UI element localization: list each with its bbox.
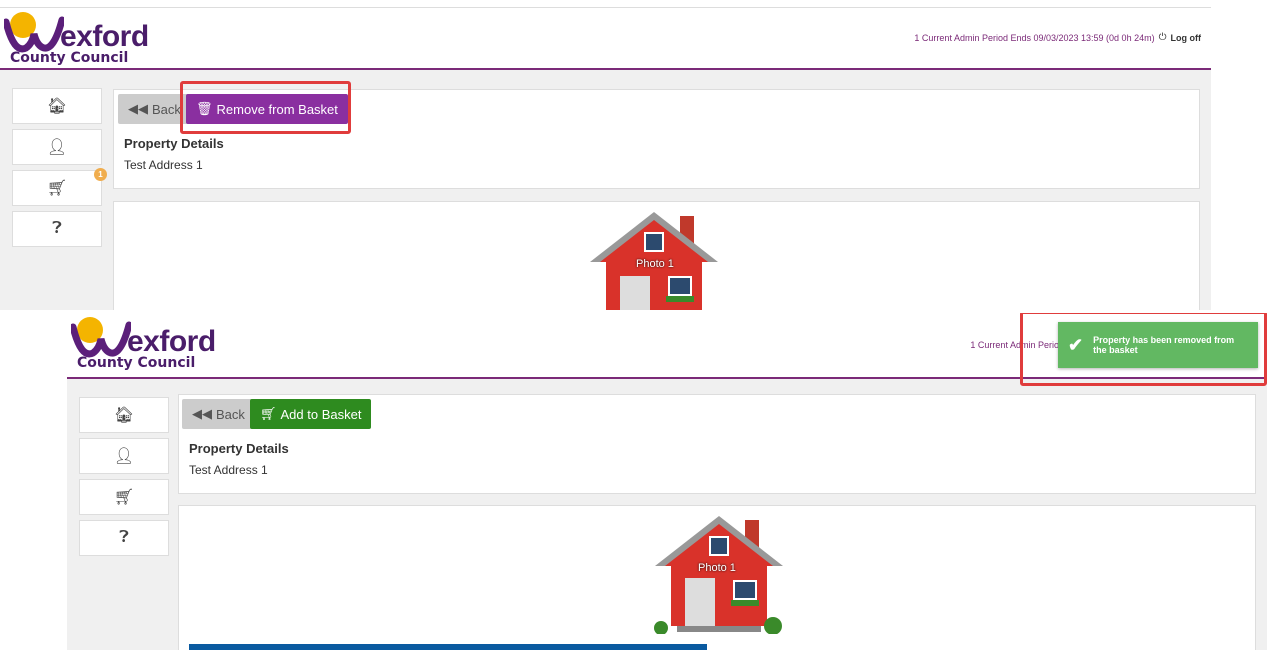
header-status: 1 Current Admin Period Ends 09/03/2023 1… xyxy=(914,32,1201,43)
question-icon: ❓︎ xyxy=(52,220,62,237)
photo-label: Photo 1 xyxy=(636,258,674,270)
sidebar-item-help[interactable]: ❓︎ xyxy=(79,520,169,556)
council-logo[interactable]: exford County Council xyxy=(4,10,164,66)
action-bar xyxy=(189,644,707,650)
screenshot-before: exford County Council 1 Current Admin Pe… xyxy=(0,0,1211,310)
sidebar-item-basket[interactable]: 🛒︎ xyxy=(79,479,169,515)
browser-strip xyxy=(0,0,1211,8)
highlight-box xyxy=(180,81,351,134)
back-button-label: Back xyxy=(216,406,245,422)
back-button[interactable]: ◀◀ Back xyxy=(182,399,255,429)
sidebar-item-help[interactable]: ❓︎ xyxy=(12,211,102,247)
home-icon: 🏠︎ xyxy=(113,407,135,424)
w-logo-icon xyxy=(4,16,64,53)
cart-icon: 🛒︎ xyxy=(113,489,135,506)
back-button-label: Back xyxy=(152,101,181,117)
sidebar-item-basket[interactable]: 🛒︎ 1 xyxy=(12,168,107,206)
cart-icon: 🛒︎ xyxy=(260,406,277,421)
user-icon: 👤︎ xyxy=(113,448,135,465)
site-header: exford County Council 1 Current Admin Pe… xyxy=(0,8,1211,70)
photo-card: Photo 1 xyxy=(178,505,1256,650)
logo-text: exford xyxy=(127,325,216,358)
sidebar-item-home[interactable]: 🏠︎ xyxy=(12,88,102,124)
sidebar-item-home[interactable]: 🏠︎ xyxy=(79,397,169,433)
power-icon: ⏻ xyxy=(1158,32,1167,43)
property-address: Test Address 1 xyxy=(189,463,268,477)
cart-icon: 🛒︎ xyxy=(46,180,68,197)
highlight-box xyxy=(1020,313,1267,386)
add-button-label: Add to Basket xyxy=(280,406,362,422)
admin-period-text: 1 Current Admin Period Ends 09/03/2023 1… xyxy=(914,32,1155,43)
photo-card: Photo 1 xyxy=(113,201,1200,310)
sidebar: 🏠︎ 👤︎ 🛒︎ 1 ❓︎ xyxy=(12,88,107,252)
logoff-link[interactable]: Log off xyxy=(1171,33,1202,43)
add-to-basket-button[interactable]: 🛒︎ Add to Basket xyxy=(250,399,372,429)
back-icon: ◀◀ xyxy=(192,406,212,421)
logo-subtext: County Council xyxy=(10,50,129,66)
sidebar-item-user[interactable]: 👤︎ xyxy=(79,438,169,474)
back-icon: ◀◀ xyxy=(128,101,148,116)
photo-label: Photo 1 xyxy=(698,562,736,574)
question-icon: ❓︎ xyxy=(119,529,129,546)
property-title: Property Details xyxy=(189,441,289,456)
user-icon: 👤︎ xyxy=(46,139,68,156)
property-title: Property Details xyxy=(124,136,224,151)
logo-text: exford xyxy=(60,20,149,53)
council-logo[interactable]: exford County Council xyxy=(71,315,231,371)
sidebar: 🏠︎ 👤︎ 🛒︎ ❓︎ xyxy=(79,397,169,561)
logo-subtext: County Council xyxy=(77,355,196,371)
home-icon: 🏠︎ xyxy=(46,98,68,115)
house-image[interactable] xyxy=(649,514,789,634)
basket-count-badge: 1 xyxy=(94,168,107,181)
screenshot-after: exford County Council 1 Current Admin Pe… xyxy=(67,313,1267,650)
sidebar-item-user[interactable]: 👤︎ xyxy=(12,129,102,165)
property-details-card: ◀◀ Back 🛒︎ Add to Basket Property Details … xyxy=(178,394,1256,494)
property-address: Test Address 1 xyxy=(124,158,203,172)
w-logo-icon xyxy=(71,321,131,358)
